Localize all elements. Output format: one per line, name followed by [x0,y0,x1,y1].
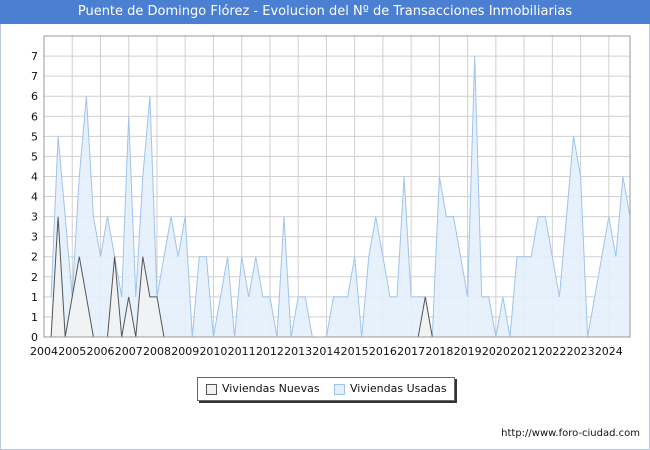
y-tick-label: 3 [31,211,38,224]
x-tick-label: 2011 [228,345,256,358]
x-tick-label: 2023 [567,345,595,358]
y-tick-label: 6 [31,110,38,123]
legend-swatch-nuevas [206,384,217,395]
y-tick-label: 5 [31,150,38,163]
y-tick-label: 1 [31,311,38,324]
x-tick-label: 2015 [341,345,369,358]
legend-label-usadas: Viviendas Usadas [350,382,447,395]
x-tick-label: 2010 [199,345,227,358]
y-tick-label: 0 [31,331,38,344]
x-tick-label: 2024 [595,345,623,358]
legend-swatch-usadas [334,384,345,395]
legend-label-nuevas: Viviendas Nuevas [222,382,320,395]
y-tick-label: 2 [31,251,38,264]
y-tick-label: 3 [31,231,38,244]
y-tick-label: 5 [31,130,38,143]
x-tick-label: 2012 [256,345,284,358]
x-tick-label: 2006 [86,345,114,358]
x-tick-label: 2013 [284,345,312,358]
x-tick-label: 2022 [538,345,566,358]
y-tick-label: 2 [31,271,38,284]
x-tick-label: 2008 [143,345,171,358]
x-tick-label: 2018 [425,345,453,358]
x-tick-label: 2009 [171,345,199,358]
x-tick-label: 2005 [58,345,86,358]
y-tick-label: 6 [31,90,38,103]
legend: Viviendas Nuevas Viviendas Usadas [197,377,455,401]
x-tick-label: 2014 [312,345,340,358]
x-tick-label: 2016 [369,345,397,358]
legend-item-usadas: Viviendas Usadas [334,378,447,400]
x-tick-label: 2019 [454,345,482,358]
x-tick-label: 2007 [115,345,143,358]
x-tick-label: 2021 [510,345,538,358]
x-tick-label: 2020 [482,345,510,358]
y-tick-label: 7 [31,70,38,83]
y-tick-label: 4 [31,191,38,204]
y-tick-label: 7 [31,50,38,63]
y-tick-label: 1 [31,291,38,304]
y-tick-label: 4 [31,170,38,183]
x-tick-label: 2004 [30,345,58,358]
x-tick-label: 2017 [397,345,425,358]
legend-item-nuevas: Viviendas Nuevas [206,378,320,400]
source-url: http://www.foro-ciudad.com [501,428,640,439]
